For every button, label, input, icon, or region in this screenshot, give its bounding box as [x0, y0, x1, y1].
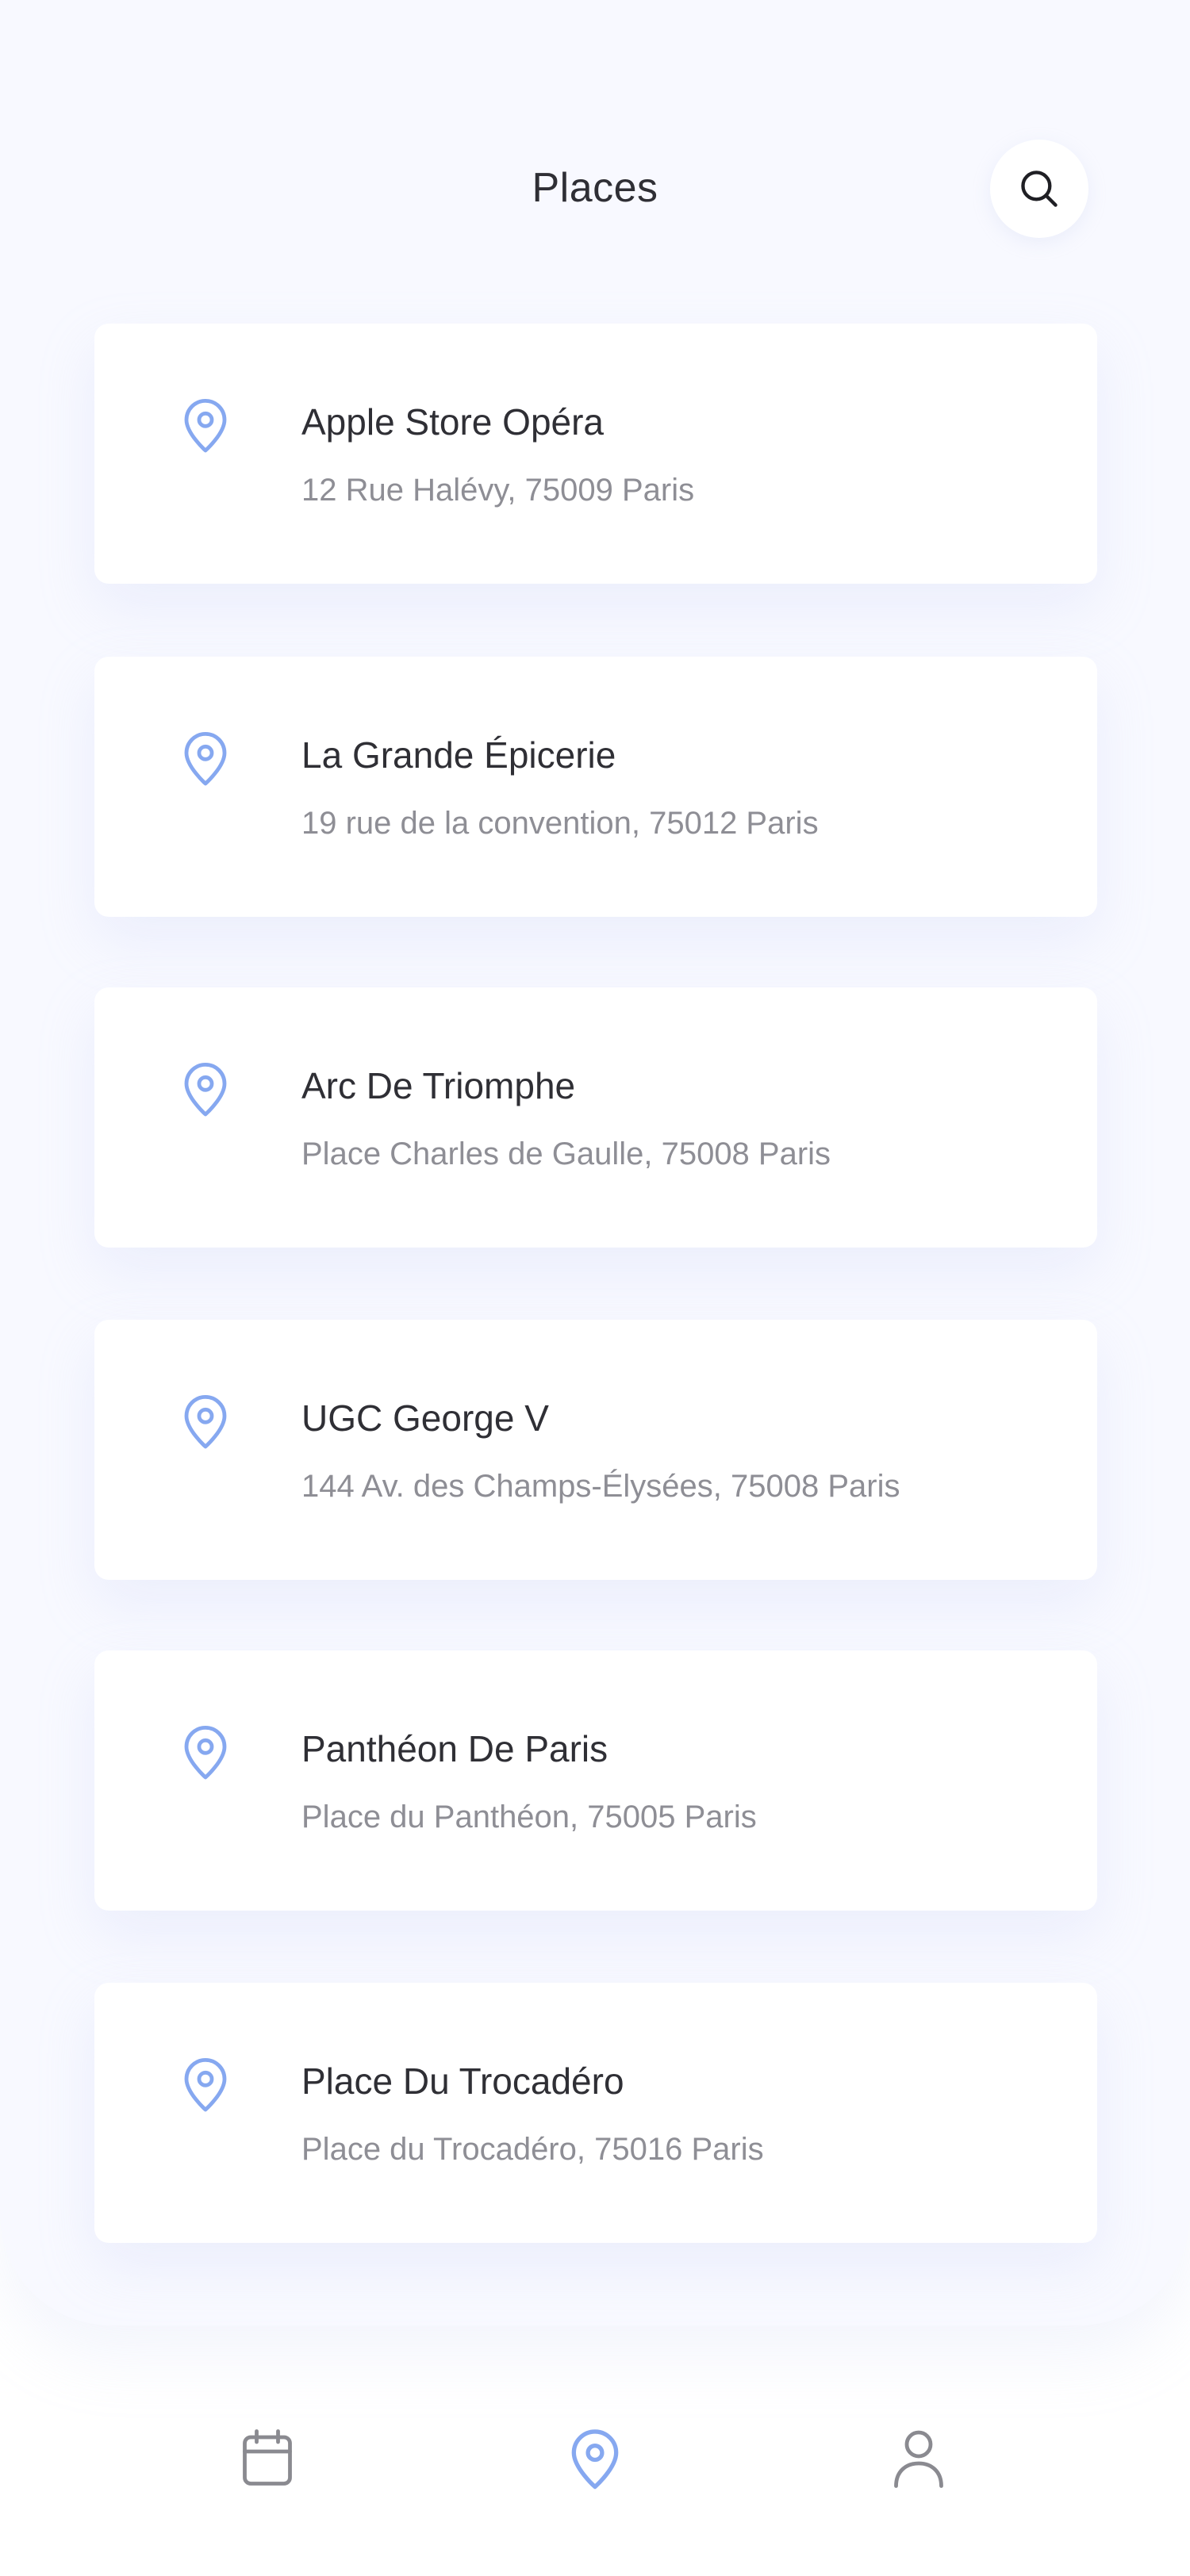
- place-name: La Grande Épicerie: [301, 734, 616, 776]
- place-name: Arc De Triomphe: [301, 1065, 576, 1106]
- nav-profile[interactable]: [879, 2419, 958, 2498]
- place-name: Place Du Trocadéro: [301, 2060, 624, 2102]
- place-name: UGC George V: [301, 1397, 549, 1439]
- map-pin-icon: [180, 397, 231, 454]
- place-name: Panthéon De Paris: [301, 1728, 608, 1769]
- place-card[interactable]: La Grande Épicerie 19 rue de la conventi…: [94, 657, 1097, 917]
- place-address: 144 Av. des Champs-Élysées, 75008 Paris: [301, 1469, 900, 1504]
- place-name: Apple Store Opéra: [301, 401, 605, 443]
- map-pin-icon: [180, 730, 231, 787]
- place-card[interactable]: Apple Store Opéra 12 Rue Halévy, 75009 P…: [94, 324, 1097, 584]
- place-card[interactable]: Place Du Trocadéro Place du Trocadéro, 7…: [94, 1983, 1097, 2243]
- search-icon: [1021, 171, 1058, 207]
- place-address: 19 rue de la convention, 75012 Paris: [301, 806, 819, 841]
- user-icon: [894, 2430, 943, 2488]
- place-address: 12 Rue Halévy, 75009 Paris: [301, 473, 695, 508]
- nav-places[interactable]: [555, 2419, 635, 2498]
- map-pin-icon: [180, 1393, 231, 1450]
- map-pin-icon: [180, 1060, 231, 1117]
- calendar-icon: [243, 2429, 292, 2486]
- nav-calendar[interactable]: [228, 2419, 307, 2498]
- map-pin-icon: [180, 2056, 231, 2113]
- place-card[interactable]: Panthéon De Paris Place du Panthéon, 750…: [94, 1650, 1097, 1911]
- place-card[interactable]: UGC George V 144 Av. des Champs-Élysées,…: [94, 1320, 1097, 1580]
- place-address: Place Charles de Gaulle, 75008 Paris: [301, 1137, 831, 1171]
- search-button[interactable]: [990, 140, 1088, 238]
- map-pin-icon: [571, 2429, 619, 2490]
- place-card[interactable]: Arc De Triomphe Place Charles de Gaulle,…: [94, 987, 1097, 1248]
- bottom-navigation: [0, 2371, 1190, 2546]
- place-address: Place du Panthéon, 75005 Paris: [301, 1800, 757, 1834]
- main-panel: Places Apple Store Opéra 12 Rue Halévy, …: [0, 0, 1190, 2325]
- map-pin-icon: [180, 1723, 231, 1781]
- place-address: Place du Trocadéro, 75016 Paris: [301, 2132, 764, 2167]
